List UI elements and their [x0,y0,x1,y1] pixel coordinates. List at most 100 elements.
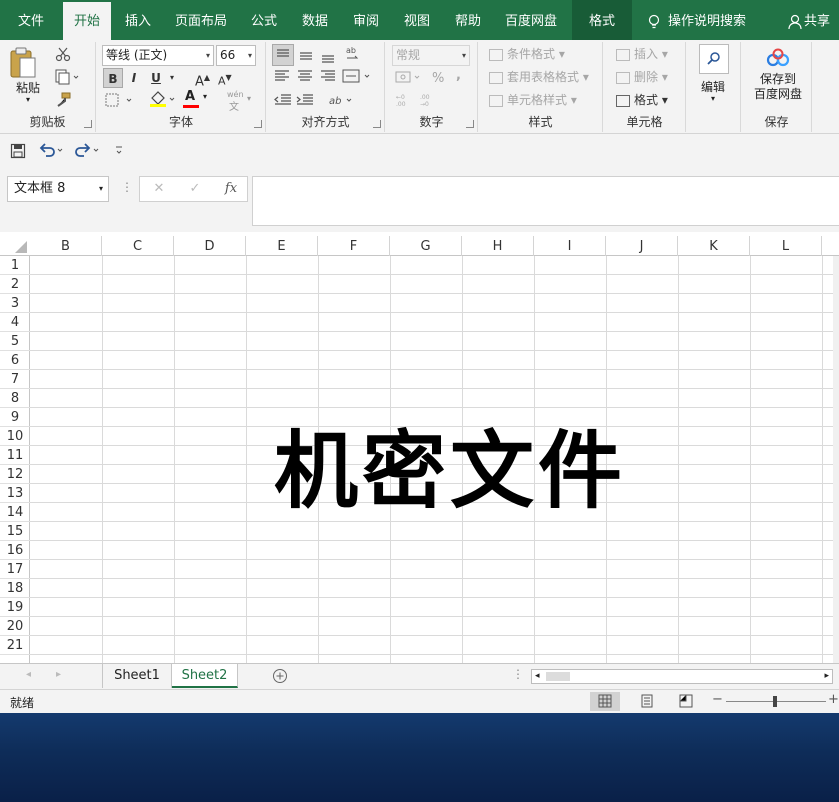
tab-help[interactable]: 帮助 [446,0,490,40]
column-header-j[interactable]: J [606,236,678,256]
format-as-table-button[interactable]: 套用表格格式 ▾ [489,67,589,87]
align-middle-icon[interactable] [296,45,316,65]
undo-icon[interactable] [38,142,66,158]
tab-review[interactable]: 审阅 [344,0,388,40]
decrease-decimal-icon[interactable]: .00 →0 [418,92,438,108]
row-header[interactable]: 11 [0,446,30,465]
text-direction-icon[interactable]: ab [327,92,355,108]
row-header[interactable]: 4 [0,313,30,332]
dialog-launcher-icon[interactable] [466,120,474,128]
fill-color-icon[interactable] [149,90,177,108]
orientation-icon[interactable]: ab [343,44,363,64]
row-header[interactable]: 7 [0,370,30,389]
chevron-down-icon[interactable]: ▾ [170,68,174,88]
text-box-content[interactable]: 机密文件 [274,404,626,525]
row-header[interactable]: 1 [0,256,30,275]
increase-decimal-icon[interactable]: ←0.00 [394,92,414,108]
vertical-scrollbar[interactable] [833,256,839,663]
merge-center-icon[interactable] [341,68,373,84]
tab-format[interactable]: 格式 [572,0,632,40]
format-painter-icon[interactable] [55,92,71,108]
increase-indent-icon[interactable] [295,92,315,108]
font-color-button[interactable]: A ▾ [183,89,211,110]
column-header-b[interactable]: B [30,236,102,256]
tab-insert[interactable]: 插入 [116,0,160,40]
column-header-d[interactable]: D [174,236,246,256]
tab-view[interactable]: 视图 [395,0,439,40]
column-header-f[interactable]: F [318,236,390,256]
share-button[interactable]: 共享 [788,0,830,40]
row-header[interactable]: 9 [0,408,30,427]
cell-styles-button[interactable]: 单元格样式 ▾ [489,90,577,110]
tab-file[interactable]: 文件 [8,0,54,40]
italic-button[interactable]: I [126,68,142,88]
row-header[interactable]: 18 [0,579,30,598]
zoom-in-icon[interactable]: + [828,692,839,707]
tab-formulas[interactable]: 公式 [242,0,286,40]
paste-button[interactable]: 粘贴 ▾ [8,46,48,106]
zoom-slider-thumb[interactable] [773,696,777,707]
row-header[interactable]: 21 [0,636,30,655]
tab-page-layout[interactable]: 页面布局 [168,0,234,40]
tab-home[interactable]: 开始 [63,2,111,42]
phonetic-button[interactable]: wén 文 ▾ [225,90,255,113]
scroll-left-arrow-icon[interactable]: ◂ [535,670,540,683]
sheet-tab-sheet1[interactable]: Sheet1 [102,664,172,688]
column-header-c[interactable]: C [102,236,174,256]
decrease-indent-icon[interactable] [273,92,293,108]
insert-function-button[interactable]: fx [216,177,246,201]
scroll-left-icon[interactable]: ◂ [26,669,31,680]
normal-view-icon[interactable] [590,692,620,711]
save-to-baidu-button[interactable]: 保存到 百度网盘 [748,46,808,102]
page-break-view-icon[interactable] [679,694,693,708]
currency-icon[interactable] [394,69,424,85]
row-header[interactable]: 2 [0,275,30,294]
tab-baidu-netdisk[interactable]: 百度网盘 [498,0,564,40]
align-left-icon[interactable] [273,68,293,84]
save-icon[interactable] [10,143,26,159]
insert-cells-button[interactable]: 插入 ▾ [616,44,668,64]
formula-bar-splitter[interactable]: ⋮ [121,180,133,194]
underline-button[interactable]: U [148,68,164,88]
grow-font-button[interactable]: A▲ [195,68,210,89]
copy-icon[interactable] [55,69,79,85]
font-name-select[interactable]: 等线 (正文) ▾ [102,45,214,66]
align-right-icon[interactable] [317,68,337,84]
align-bottom-icon[interactable] [318,45,338,65]
row-header[interactable]: 20 [0,617,30,636]
row-header[interactable]: 19 [0,598,30,617]
row-header[interactable]: 16 [0,541,30,560]
bold-button[interactable]: B [103,68,123,88]
delete-cells-button[interactable]: 删除 ▾ [616,67,668,87]
format-cells-button[interactable]: 格式 ▾ [616,90,668,110]
zoom-out-icon[interactable]: − [712,692,723,707]
enter-icon[interactable]: ✓ [180,177,210,201]
row-header[interactable]: 8 [0,389,30,408]
borders-icon[interactable] [105,93,135,107]
column-header-e[interactable]: E [246,236,318,256]
align-top-icon[interactable] [272,44,294,66]
scroll-right-icon[interactable]: ▸ [56,669,61,680]
name-box[interactable]: 文本框 8 ▾ [7,176,109,202]
sheet-tab-sheet2[interactable]: Sheet2 [172,664,238,688]
row-header[interactable]: 5 [0,332,30,351]
row-header[interactable]: 12 [0,465,30,484]
worksheet-grid[interactable]: B C D E F G H I J K L 1 2 3 4 5 6 7 8 9 … [0,236,839,663]
tell-me-search[interactable]: 操作说明搜索 [648,0,746,40]
redo-icon[interactable] [74,142,102,158]
row-header[interactable]: 10 [0,427,30,446]
percent-button[interactable]: % [432,69,444,89]
column-header-k[interactable]: K [678,236,750,256]
row-header[interactable]: 6 [0,351,30,370]
page-layout-view-icon[interactable] [640,694,654,708]
select-all-corner[interactable] [14,240,28,254]
font-size-select[interactable]: 66 ▾ [216,45,256,66]
row-header[interactable]: 3 [0,294,30,313]
number-format-select[interactable]: 常规 ▾ [392,45,470,66]
cancel-icon[interactable]: ✕ [144,177,174,201]
row-header[interactable]: 13 [0,484,30,503]
row-header[interactable]: 14 [0,503,30,522]
tab-data[interactable]: 数据 [293,0,337,40]
row-header[interactable]: 15 [0,522,30,541]
add-sheet-icon[interactable] [272,668,288,684]
